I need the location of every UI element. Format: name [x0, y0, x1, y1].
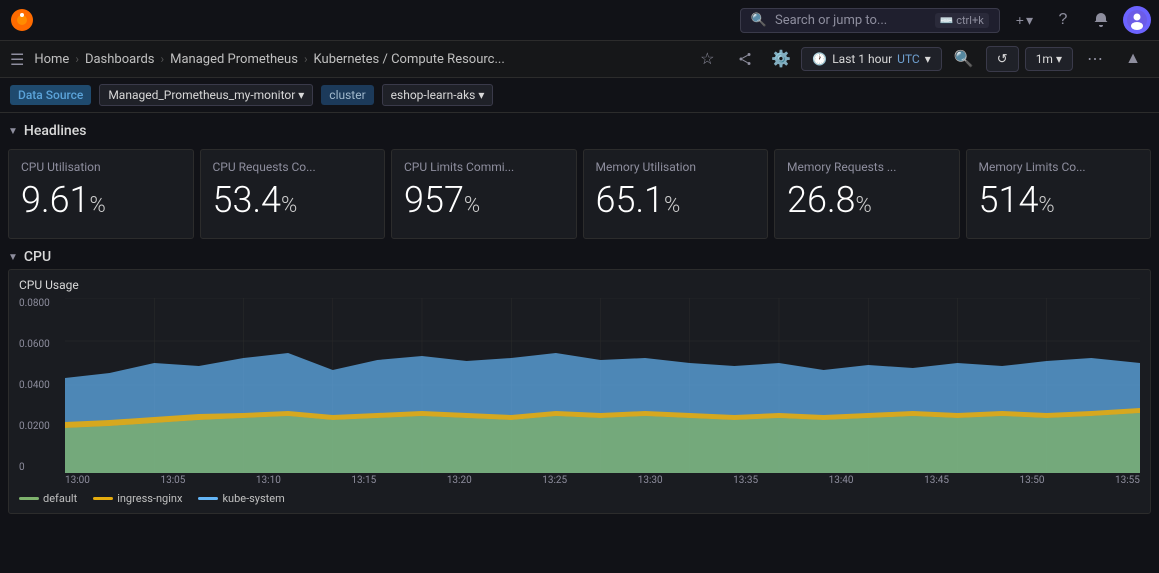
refresh-button[interactable]: ↺: [986, 46, 1019, 72]
data-source-label: Data Source: [10, 85, 91, 105]
notifications-button[interactable]: [1085, 4, 1117, 36]
filter-bar: Data Source Managed_Prometheus_my-monito…: [0, 78, 1159, 113]
top-nav: 🔍 Search or jump to... ⌨️ ctrl+k + ▾ ?: [0, 0, 1159, 41]
time-range-button[interactable]: 🕐 Last 1 hour UTC ▾: [801, 47, 942, 71]
metric-card-title: Memory Utilisation: [596, 160, 756, 174]
more-button[interactable]: ⋯: [1079, 43, 1111, 75]
metric-card: CPU Utilisation 9.61%: [8, 149, 194, 239]
breadcrumb-bar: ☰ Home › Dashboards › Managed Prometheus…: [0, 41, 1159, 78]
headlines-chevron: ▼: [8, 126, 18, 137]
top-nav-actions: + ▾ ?: [1008, 4, 1151, 36]
metrics-row: CPU Utilisation 9.61% CPU Requests Co...…: [8, 149, 1151, 239]
metric-card: CPU Limits Commi... 957%: [391, 149, 577, 239]
metric-card-value: 9.61%: [21, 182, 181, 218]
help-button[interactable]: ?: [1047, 4, 1079, 36]
breadcrumb-home[interactable]: Home: [34, 52, 69, 67]
metric-card-title: CPU Requests Co...: [213, 160, 373, 174]
cpu-label: CPU: [24, 249, 51, 265]
settings-button[interactable]: ⚙️: [767, 45, 795, 73]
metric-card-value: 514%: [979, 182, 1139, 218]
headlines-label: Headlines: [24, 123, 87, 139]
legend-color-swatch: [198, 497, 218, 500]
chart-title: CPU Usage: [19, 278, 1140, 292]
metric-card-value: 26.8%: [787, 182, 947, 218]
headlines-section-header[interactable]: ▼ Headlines: [8, 119, 1151, 143]
cluster-label: cluster: [321, 85, 373, 105]
search-icon: 🔍: [751, 13, 767, 28]
legend-item: kube-system: [198, 492, 284, 505]
metric-card-value: 957%: [404, 182, 564, 218]
legend-label: kube-system: [222, 492, 284, 505]
metric-card-value: 53.4%: [213, 182, 373, 218]
chart-legend: default ingress-nginx kube-system: [19, 492, 1140, 505]
breadcrumb-sep-1: ›: [75, 52, 79, 66]
star-button[interactable]: ☆: [691, 43, 723, 75]
metric-card: CPU Requests Co... 53.4%: [200, 149, 386, 239]
breadcrumb-sep-3: ›: [304, 52, 308, 66]
zoom-out-button[interactable]: 🔍: [948, 43, 980, 75]
metric-card: Memory Requests ... 26.8%: [774, 149, 960, 239]
search-shortcut: ⌨️ ctrl+k: [935, 13, 989, 28]
breadcrumb-actions: ☆ ⚙️ 🕐 Last 1 hour UTC ▾ 🔍 ↺ 1m ▾ ⋯ ▲: [691, 43, 1149, 75]
breadcrumb-dashboards[interactable]: Dashboards: [85, 52, 155, 67]
legend-color-swatch: [19, 497, 39, 500]
metric-card: Memory Limits Co... 514%: [966, 149, 1152, 239]
metric-card: Memory Utilisation 65.1%: [583, 149, 769, 239]
grafana-logo[interactable]: [8, 6, 36, 34]
breadcrumb-sep-2: ›: [161, 52, 165, 66]
legend-item: default: [19, 492, 77, 505]
legend-label: ingress-nginx: [117, 492, 182, 505]
x-axis: 13:00 13:05 13:10 13:15 13:20 13:25 13:3…: [65, 473, 1140, 486]
breadcrumb-section[interactable]: Managed Prometheus: [170, 52, 298, 67]
main-content: ▼ Headlines CPU Utilisation 9.61% CPU Re…: [0, 113, 1159, 520]
chart-area: 13:00 13:05 13:10 13:15 13:20 13:25 13:3…: [65, 298, 1140, 486]
hamburger-menu[interactable]: ☰: [10, 50, 24, 69]
cpu-section-header[interactable]: ▼ CPU: [8, 245, 1151, 269]
metric-card-title: Memory Limits Co...: [979, 160, 1139, 174]
metric-card-value: 65.1%: [596, 182, 756, 218]
metric-card-title: Memory Requests ...: [787, 160, 947, 174]
y-axis: 0.0800 0.0600 0.0400 0.0200 0: [19, 298, 65, 473]
avatar[interactable]: [1123, 6, 1151, 34]
metric-card-title: CPU Utilisation: [21, 160, 181, 174]
chart-svg: [65, 298, 1140, 473]
cpu-chevron: ▼: [8, 252, 18, 263]
search-placeholder: Search or jump to...: [775, 13, 887, 28]
collapse-button[interactable]: ▲: [1117, 43, 1149, 75]
interval-button[interactable]: 1m ▾: [1025, 47, 1073, 71]
cluster-dropdown[interactable]: eshop-learn-aks ▾: [382, 84, 494, 106]
search-bar[interactable]: 🔍 Search or jump to... ⌨️ ctrl+k: [740, 8, 1000, 33]
legend-item: ingress-nginx: [93, 492, 182, 505]
share-button[interactable]: [729, 43, 761, 75]
data-source-dropdown[interactable]: Managed_Prometheus_my-monitor ▾: [99, 84, 313, 106]
add-button[interactable]: + ▾: [1008, 8, 1041, 33]
legend-label: default: [43, 492, 77, 505]
breadcrumb-current: Kubernetes / Compute Resourc...: [314, 52, 505, 67]
legend-color-swatch: [93, 497, 113, 500]
cpu-section: ▼ CPU CPU Usage 0.0800 0.0600 0.0400 0.0…: [8, 245, 1151, 514]
chart-panel: CPU Usage 0.0800 0.0600 0.0400 0.0200 0: [8, 269, 1151, 514]
metric-card-title: CPU Limits Commi...: [404, 160, 564, 174]
